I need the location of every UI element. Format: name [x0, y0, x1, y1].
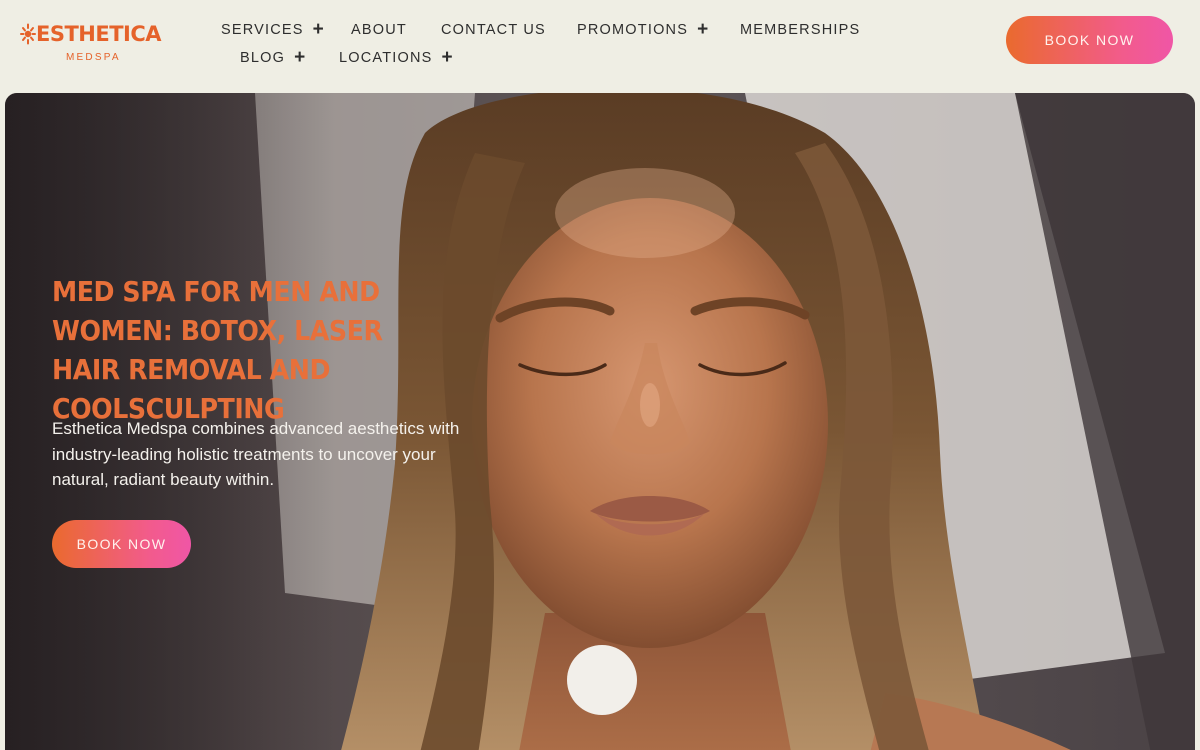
- nav-item-label: ABOUT: [351, 22, 407, 38]
- hero-book-now-button[interactable]: BOOK NOW: [52, 520, 191, 568]
- nav-item-label: MEMBERSHIPS: [740, 22, 861, 38]
- nav-item-blog[interactable]: BLOG +: [240, 48, 306, 68]
- nav-item-label: CONTACT US: [441, 22, 546, 38]
- scroll-indicator[interactable]: [567, 645, 637, 715]
- nav-item-about[interactable]: ABOUT: [351, 20, 407, 40]
- plus-icon[interactable]: +: [442, 48, 454, 67]
- nav-item-promotions[interactable]: PROMOTIONS +: [577, 20, 709, 40]
- nav-item-memberships[interactable]: MEMBERSHIPS: [740, 20, 860, 40]
- nav-item-label: LOCATIONS: [339, 50, 433, 66]
- hero-heading: MED SPA FOR MEN AND WOMEN: BOTOX, LASER …: [52, 276, 383, 425]
- plus-icon[interactable]: +: [294, 48, 306, 67]
- hero-description: Esthetica Medspa combines advanced aesth…: [52, 419, 460, 489]
- nav-item-label: SERVICES: [221, 22, 304, 38]
- nav-item-label: BLOG: [240, 50, 286, 66]
- header-book-now-button[interactable]: BOOK NOW: [1006, 16, 1173, 64]
- nav-item-contact-us[interactable]: CONTACT US: [441, 20, 546, 40]
- nav-item-label: PROMOTIONS: [577, 22, 689, 38]
- plus-icon[interactable]: +: [697, 20, 709, 39]
- main-nav: SERVICES + ABOUT CONTACT US PROMOTIONS +…: [0, 0, 900, 80]
- nav-item-locations[interactable]: LOCATIONS +: [339, 48, 454, 68]
- plus-icon[interactable]: +: [313, 20, 325, 39]
- nav-item-services[interactable]: SERVICES +: [221, 20, 325, 40]
